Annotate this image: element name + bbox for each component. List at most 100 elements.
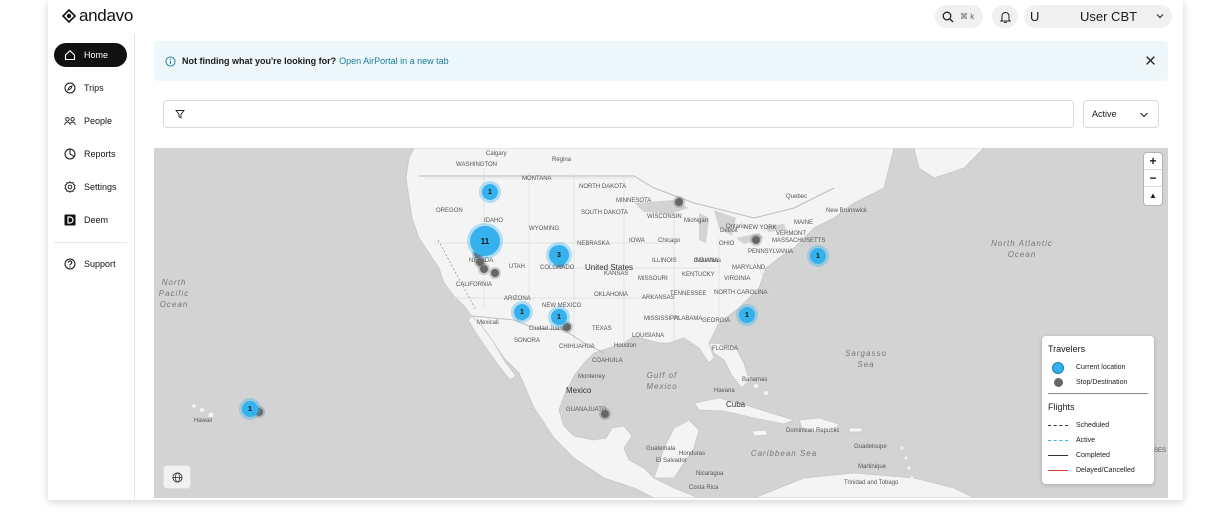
map-label: Chicago [658, 238, 681, 244]
stop-marker[interactable] [563, 323, 571, 331]
traveler-cluster[interactable]: 1 [739, 307, 755, 323]
map-ocean-label: North Atlantic Ocean [991, 239, 1053, 259]
sidebar-item-trips[interactable]: Trips [54, 76, 127, 100]
stop-marker[interactable] [601, 410, 609, 418]
map-label: Honduras [679, 451, 706, 457]
zoom-in-button[interactable]: + [1144, 153, 1162, 170]
legend-flights-title: Flights [1048, 402, 1075, 412]
user-menu[interactable]: U User CBT [1024, 5, 1172, 28]
map-label: Martinique [858, 464, 887, 470]
map-ocean-label: Gulf of Mexico [646, 371, 678, 391]
traveler-cluster[interactable]: 1 [551, 309, 567, 325]
map-label: Guatemala [646, 446, 676, 452]
map-label: New Brunswick [826, 208, 868, 214]
map-label: OREGON [436, 208, 463, 214]
map-label: NORTH CAROLINA [714, 290, 768, 296]
map-label: NEBRASKA [577, 241, 610, 247]
traveler-cluster[interactable]: 1 [514, 304, 530, 320]
avatar: U [1030, 9, 1040, 24]
map-legend: Travelers Current location Stop/Destinat… [1042, 336, 1154, 484]
close-icon[interactable] [1145, 55, 1156, 66]
map-label: NEW MEXICO [542, 303, 582, 309]
projection-toggle-button[interactable] [163, 465, 191, 489]
legend-label: Current location [1076, 364, 1126, 371]
map-label: WASHINGTON [456, 162, 498, 168]
map-label: NORTH DAKOTA [579, 184, 627, 190]
traveler-cluster[interactable]: 1 [482, 184, 498, 200]
stop-marker[interactable] [752, 236, 760, 244]
top-bar: andavo ⌘ k U User CBT [48, 0, 1183, 34]
map-label: Columbus [694, 258, 722, 264]
delayed-swatch [1048, 470, 1068, 471]
traveler-cluster[interactable]: 1 [242, 401, 258, 417]
legend-stop-destination: Stop/Destination [1048, 375, 1148, 390]
zoom-control: + − ▲ [1144, 153, 1162, 205]
reset-north-button[interactable]: ▲ [1144, 187, 1162, 204]
current-location-swatch [1053, 362, 1063, 373]
map-label: CHIHUAHUA [559, 344, 595, 350]
brand-logo[interactable]: andavo [62, 6, 133, 26]
active-swatch [1048, 440, 1068, 441]
map-label: UTAH [509, 264, 525, 270]
search-icon [942, 11, 954, 22]
compass-icon [64, 82, 76, 94]
travel-map[interactable]: Calgary Regina WASHINGTON MONTANA NORTH … [154, 148, 1168, 498]
stop-marker[interactable] [491, 269, 499, 277]
legend-travelers-title: Travelers [1048, 344, 1086, 354]
map-label: Ciudad Juárez [529, 326, 568, 332]
home-icon [64, 50, 76, 61]
map-label: Mexicali [477, 320, 499, 326]
info-banner: Not finding what you're looking for? Ope… [154, 41, 1168, 81]
map-label: MASSACHUSETTS [772, 238, 826, 244]
stop-marker[interactable] [675, 198, 683, 206]
map-label: Houston [614, 343, 637, 349]
brand-name: andavo [79, 6, 133, 25]
map-label: Dominican Republic [786, 428, 840, 434]
map-label: OKLAHOMA [594, 292, 629, 298]
search-button[interactable]: ⌘ k [935, 5, 983, 28]
map-label: SOUTH DAKOTA [581, 210, 628, 216]
zoom-out-button[interactable]: − [1144, 170, 1162, 187]
sidebar-divider [54, 242, 127, 243]
sidebar-item-people[interactable]: People [54, 109, 127, 133]
sidebar-item-label: Reports [84, 149, 116, 159]
map-label: Havana [714, 388, 735, 394]
map-label: VIRGINIA [724, 276, 751, 282]
traveler-cluster[interactable]: 11 [470, 226, 500, 256]
map-label: COAHUILA [592, 358, 623, 364]
sidebar-item-support[interactable]: Support [54, 252, 127, 276]
map-label: Guadeloupe [854, 444, 887, 450]
sidebar-item-home[interactable]: Home [54, 43, 127, 67]
map-label: Calgary [486, 151, 507, 157]
map-label: LOUISIANA [632, 333, 665, 339]
sidebar-item-label: Trips [84, 83, 104, 93]
map-label: Costa Rica [689, 485, 719, 491]
map-label: Michigan [684, 218, 709, 224]
status-select[interactable]: Active [1083, 100, 1159, 128]
pie-chart-icon [64, 148, 76, 160]
map-label: WYOMING [529, 226, 559, 232]
deem-logo-icon [64, 214, 76, 226]
map-ocean-label: Caribbean Sea [750, 449, 818, 458]
map-label: Monterrey [578, 374, 606, 380]
people-icon [64, 117, 76, 125]
sidebar-item-deem[interactable]: Deem [54, 208, 127, 232]
map-label: Mexico [566, 386, 592, 395]
andavo-logo-icon [62, 9, 76, 23]
traveler-cluster[interactable]: 1 [810, 248, 826, 264]
stop-marker[interactable] [480, 265, 488, 273]
traveler-cluster[interactable]: 3 [549, 245, 569, 265]
map-label: Trinidad and Tobago [844, 480, 899, 486]
filter-input[interactable] [163, 100, 1074, 128]
sidebar-item-settings[interactable]: Settings [54, 175, 127, 199]
airportal-link[interactable]: Open AirPortal in a new tab [339, 56, 449, 66]
sidebar-item-label: Settings [84, 182, 117, 192]
map-label: WISCONSIN [647, 214, 682, 220]
notifications-button[interactable] [992, 5, 1018, 28]
sidebar-item-reports[interactable]: Reports [54, 142, 127, 166]
map-label: PENNSYLVANIA [748, 249, 794, 255]
legend-label: Completed [1076, 452, 1110, 459]
gear-icon [64, 181, 76, 193]
map-label: FLORIDA [712, 346, 739, 352]
legend-label: Stop/Destination [1076, 379, 1128, 386]
